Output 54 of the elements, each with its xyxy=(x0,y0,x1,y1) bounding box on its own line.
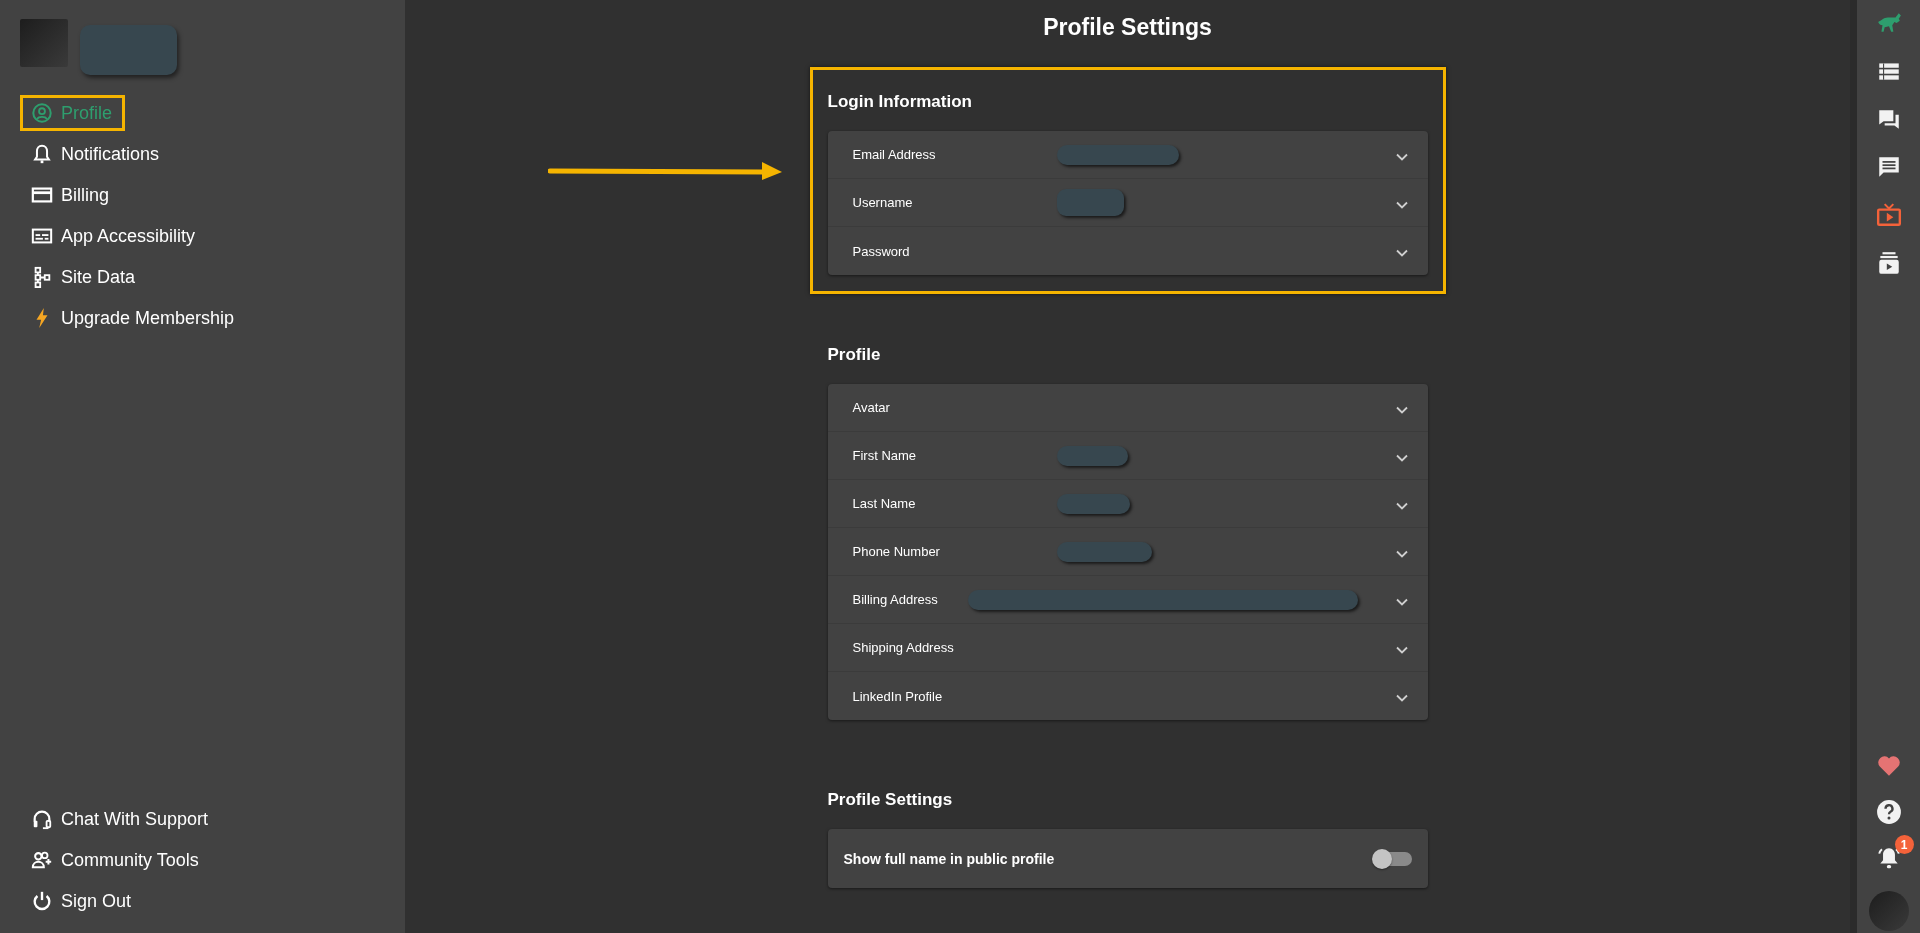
add-user-icon xyxy=(31,849,53,871)
chevron-down-icon xyxy=(1395,549,1408,558)
field-label: First Name xyxy=(852,448,918,463)
field-label: Last Name xyxy=(852,496,917,511)
sidebar-item[interactable]: App Accessibility xyxy=(20,218,209,254)
accordion-row[interactable]: Avatar xyxy=(827,384,1428,432)
field-label: Password xyxy=(852,243,911,259)
accordion-row[interactable]: Username xyxy=(827,179,1428,227)
user-circle-icon xyxy=(31,102,53,124)
tv-play-icon[interactable] xyxy=(1875,202,1902,228)
chevron-down-icon xyxy=(1395,597,1408,606)
chevron-down-icon xyxy=(1395,501,1408,510)
chevron-down-icon xyxy=(1395,453,1408,462)
chevron-down-icon xyxy=(1395,200,1408,209)
accordion-row[interactable]: Last Name xyxy=(827,480,1428,528)
field-label: LinkedIn Profile xyxy=(852,688,944,704)
field-label: Billing Address xyxy=(852,592,939,607)
sidebar-item[interactable]: Sign Out xyxy=(20,883,145,919)
chevron-down-icon xyxy=(1395,249,1408,257)
page-title: Profile Settings xyxy=(1043,14,1212,41)
accordion-row[interactable]: Email Address xyxy=(827,131,1428,179)
field-label: Phone Number xyxy=(852,544,941,559)
toggle-switch[interactable] xyxy=(1375,851,1412,866)
accordion-row[interactable]: Billing Address xyxy=(827,576,1428,624)
field-label: Avatar xyxy=(852,400,891,415)
accordion-row[interactable]: First Name xyxy=(827,432,1428,480)
avatar-photo-placeholder xyxy=(20,19,68,67)
credit-card-icon xyxy=(31,184,53,206)
section-heading: Login Information xyxy=(827,91,973,113)
accordion-row[interactable]: LinkedIn Profile xyxy=(827,672,1428,720)
headset-icon xyxy=(31,808,53,830)
field-label: Shipping Address xyxy=(852,640,955,655)
accordion-row[interactable]: Shipping Address xyxy=(827,624,1428,672)
field-label: Email Address xyxy=(852,147,937,162)
bell-icon xyxy=(31,143,53,165)
power-icon xyxy=(31,890,53,912)
sidebar-item[interactable]: Upgrade Membership xyxy=(20,300,248,336)
setting-label: Show full name in public profile xyxy=(843,850,1055,867)
chevron-down-icon xyxy=(1395,694,1408,702)
chevron-down-icon xyxy=(1395,645,1408,654)
sidebar-item[interactable]: Notifications xyxy=(20,136,173,172)
accordion-row[interactable]: Password xyxy=(827,227,1428,275)
sidebar-item[interactable]: Site Data xyxy=(20,259,149,295)
section-heading: Profile xyxy=(827,344,882,366)
chevron-down-icon xyxy=(1395,152,1408,161)
chevron-down-icon xyxy=(1395,405,1408,414)
field-label: Username xyxy=(852,195,914,210)
help-icon[interactable] xyxy=(1875,799,1902,825)
sidebar-item[interactable]: Billing xyxy=(20,177,123,213)
section-heading: Profile Settings xyxy=(827,789,954,811)
sidebar-item[interactable]: Community Tools xyxy=(20,842,212,878)
notification-count: 1 xyxy=(1894,835,1914,854)
sidebar-item[interactable]: Chat With Support xyxy=(20,801,222,837)
accordion-row[interactable]: Phone Number xyxy=(827,528,1428,576)
